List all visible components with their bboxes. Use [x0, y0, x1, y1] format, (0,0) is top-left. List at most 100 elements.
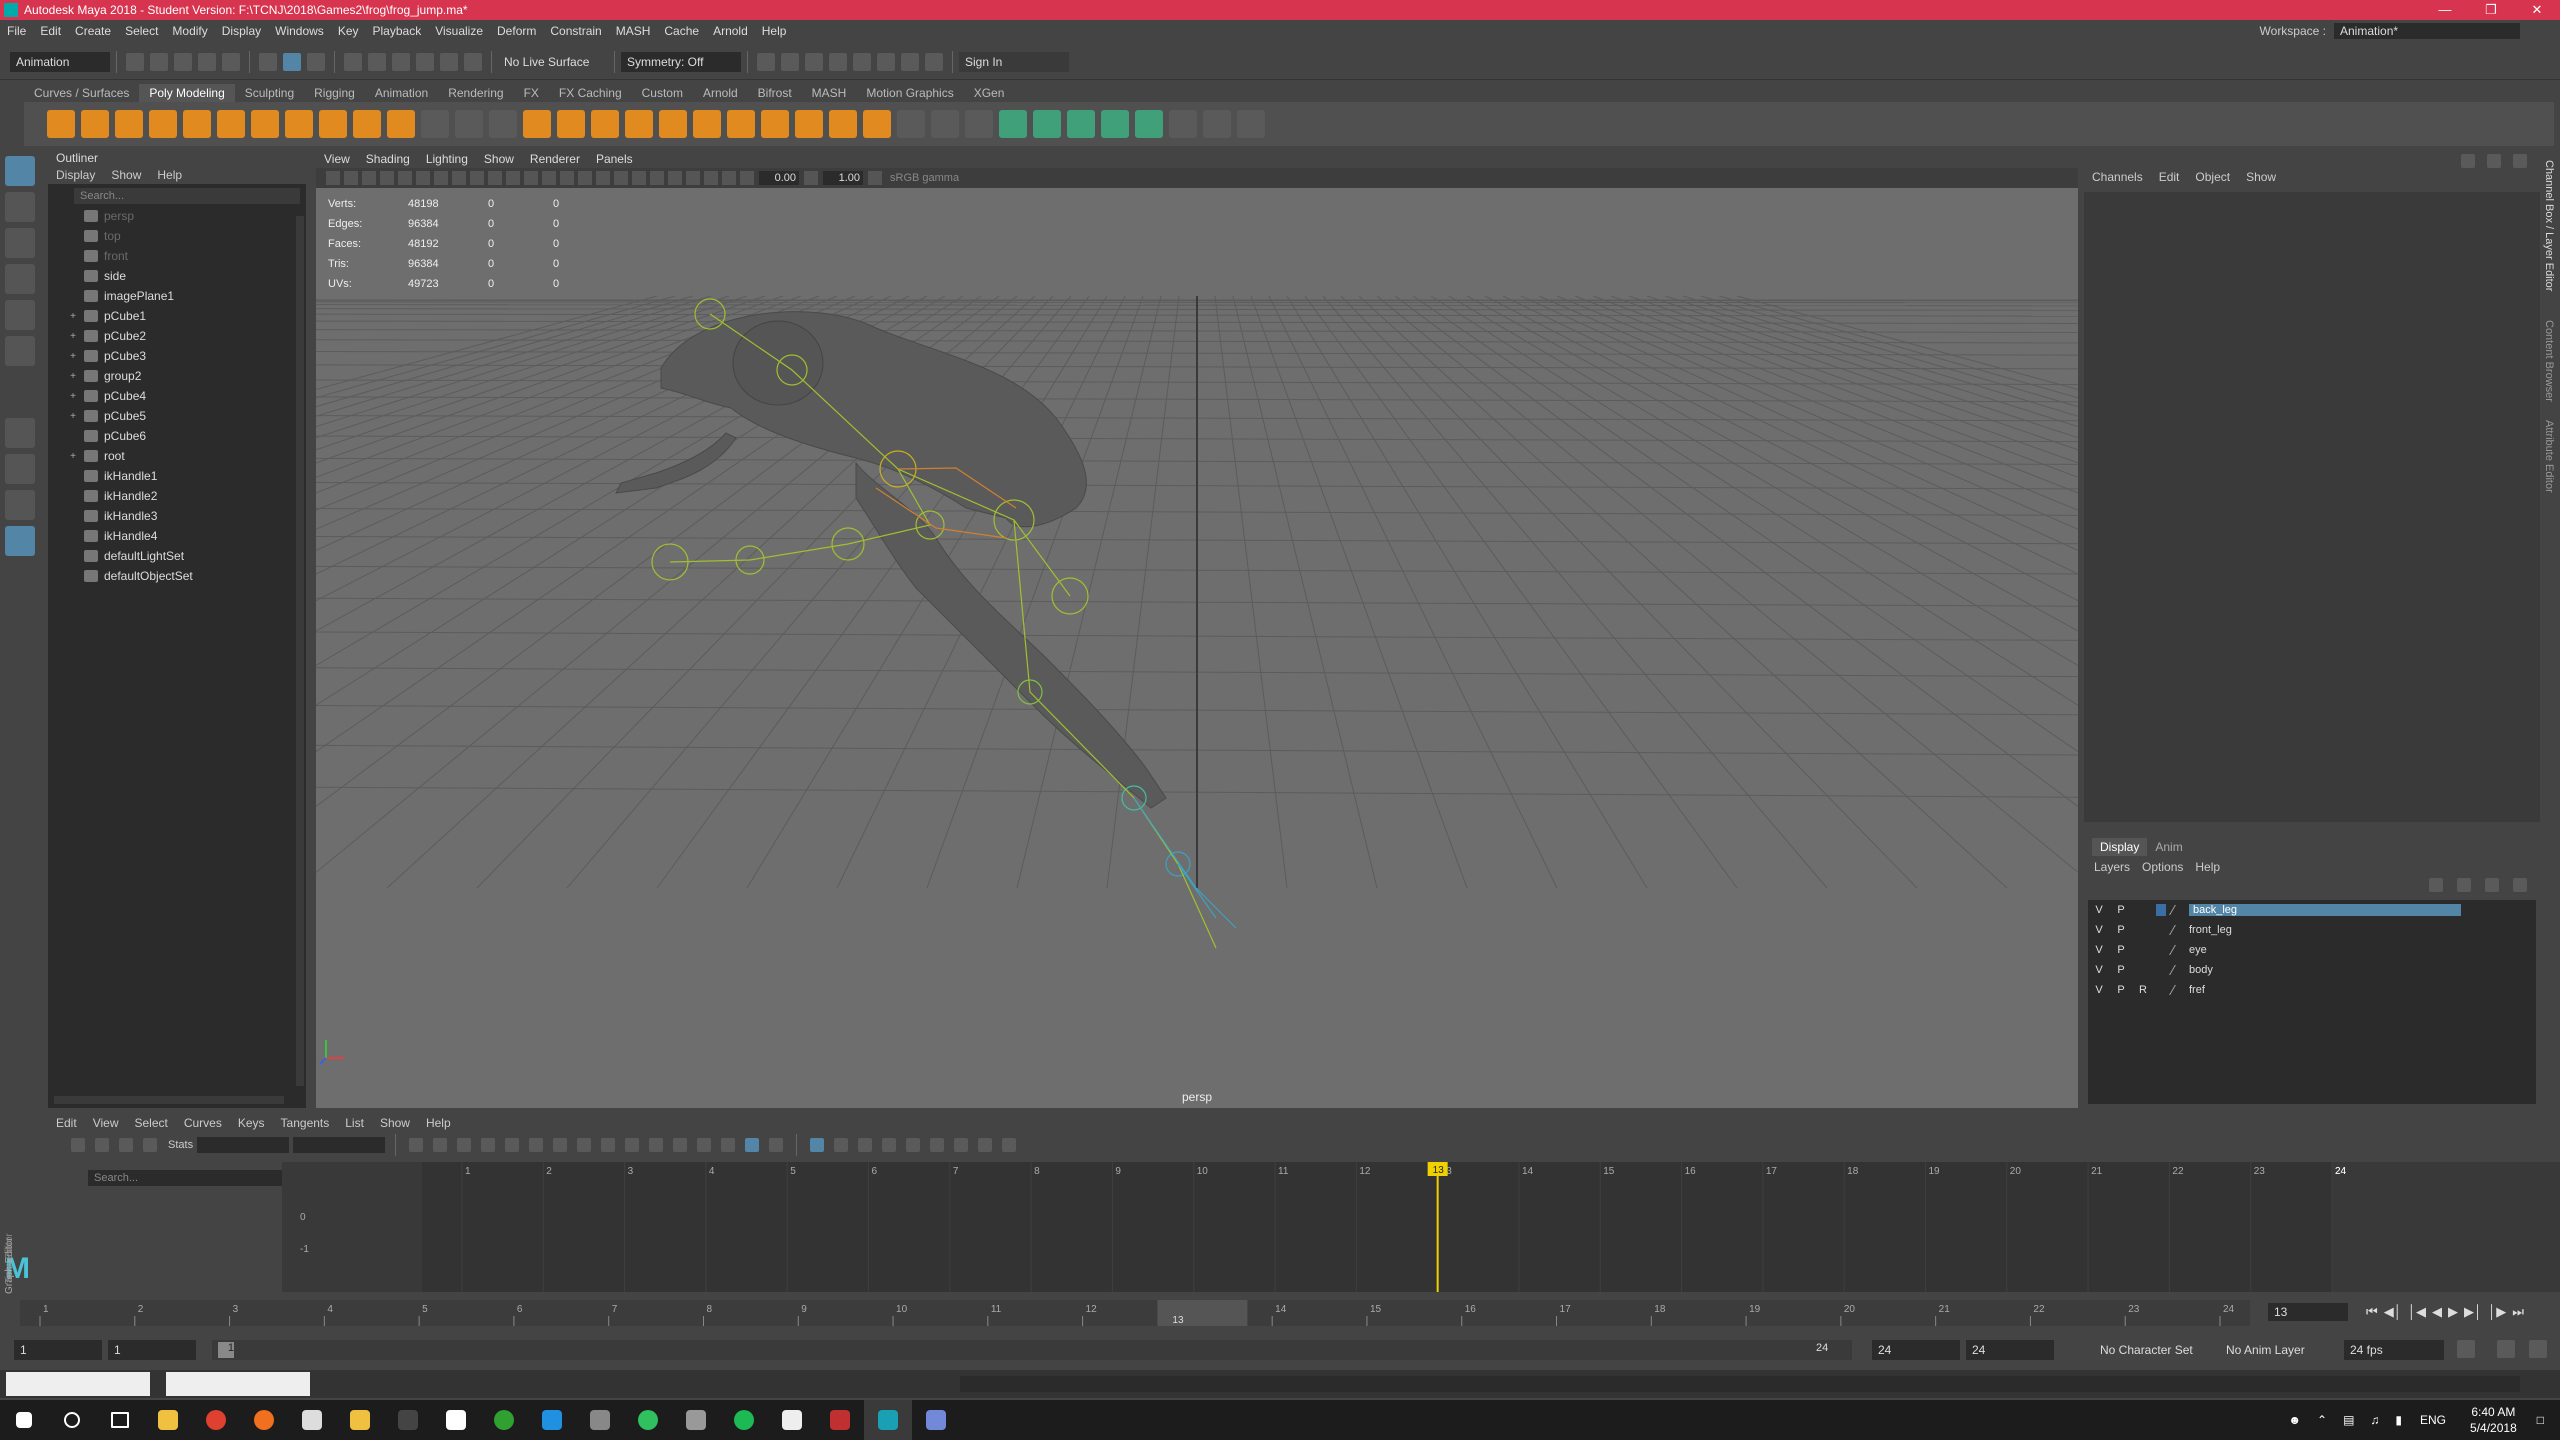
menuset-select[interactable]: Animation — [10, 51, 110, 72]
outliner-item[interactable]: + pCube3 — [48, 346, 306, 366]
menu-display[interactable]: Display — [215, 24, 268, 38]
clock[interactable]: 6:40 AM 5/4/2018 — [2456, 1404, 2531, 1436]
wireframe-on-shaded-icon[interactable] — [560, 171, 574, 185]
layer-toggle-p[interactable]: P — [2110, 964, 2132, 976]
denormalize-icon[interactable] — [882, 1138, 897, 1152]
outliner-item[interactable]: + root — [48, 446, 306, 466]
expand-toggle-icon[interactable]: + — [66, 391, 80, 402]
graph-menu-show[interactable]: Show — [372, 1114, 418, 1132]
target-weld-icon[interactable] — [931, 110, 959, 138]
step-back-key-button[interactable]: ◀│ — [2384, 1304, 2402, 1320]
graph-curve-area[interactable]: 1234567891011121314151617181920212223240… — [282, 1162, 2560, 1292]
outliner-menu-display[interactable]: Display — [48, 166, 103, 184]
graph-region-icon[interactable] — [143, 1138, 157, 1152]
character-set-select[interactable]: No Character Set — [2094, 1340, 2204, 1360]
menu-key[interactable]: Key — [331, 24, 366, 38]
time-slider-playhead[interactable] — [1157, 1300, 1248, 1326]
battery-icon[interactable]: ▮ — [2395, 1413, 2402, 1427]
motion-blur-icon[interactable] — [650, 171, 664, 185]
poly-cube-icon[interactable] — [81, 110, 109, 138]
render-settings-icon[interactable] — [829, 52, 847, 71]
outliner-item[interactable]: imagePlane1 — [48, 286, 306, 306]
outliner-item[interactable]: + pCube4 — [48, 386, 306, 406]
playback-speed-icon[interactable] — [2497, 1340, 2515, 1358]
outliner-item[interactable]: + pCube5 — [48, 406, 306, 426]
layer-color-swatch[interactable] — [2156, 904, 2166, 916]
viewport-menu-shading[interactable]: Shading — [358, 150, 418, 168]
snap-surface-icon[interactable] — [440, 52, 458, 71]
break-tangent-icon[interactable] — [649, 1138, 664, 1152]
range-slider[interactable]: 1 24 — [212, 1340, 1852, 1360]
select-component-icon[interactable] — [307, 52, 325, 71]
graph-stats-field-2[interactable] — [293, 1137, 386, 1153]
render-setup-icon[interactable] — [877, 52, 895, 71]
shelf-tab-poly-modeling[interactable]: Poly Modeling — [139, 84, 235, 102]
poly-disc-icon[interactable] — [251, 110, 279, 138]
command-line-input[interactable] — [960, 1376, 2520, 1392]
maximize-button[interactable]: ❐ — [2468, 2, 2514, 18]
shelf-tab-fx-caching[interactable]: FX Caching — [549, 84, 632, 102]
grid-toggle-icon[interactable] — [398, 171, 412, 185]
graph-menu-select[interactable]: Select — [126, 1114, 175, 1132]
app-icon-paint[interactable] — [432, 1400, 480, 1440]
playback-end-field[interactable]: 24 — [1872, 1340, 1960, 1360]
shelf-tab-arnold[interactable]: Arnold — [693, 84, 748, 102]
layer-tab-anim[interactable]: Anim — [2147, 838, 2190, 856]
app-icon-red[interactable] — [816, 1400, 864, 1440]
app-icon-ninja[interactable] — [384, 1400, 432, 1440]
graph-lattice-icon[interactable] — [119, 1138, 133, 1152]
shelf-tab-animation[interactable]: Animation — [365, 84, 438, 102]
exposure-field[interactable]: 0.00 — [759, 171, 799, 185]
shelf-tab-motion-graphics[interactable]: Motion Graphics — [856, 84, 963, 102]
attribute-editor-toggle-icon[interactable] — [2487, 154, 2501, 168]
outliner-item[interactable]: persp — [48, 206, 306, 226]
outliner-item[interactable]: defaultObjectSet — [48, 566, 306, 586]
flat-tangent-icon[interactable] — [577, 1138, 592, 1152]
shelf-tab-xgen[interactable]: XGen — [964, 84, 1015, 102]
ipr-render-icon[interactable] — [805, 52, 823, 71]
field-chart-icon[interactable] — [470, 171, 484, 185]
channels-show-menu[interactable]: Show — [2238, 170, 2284, 184]
viewport-menu-show[interactable]: Show — [476, 150, 522, 168]
outliner-item[interactable]: top — [48, 226, 306, 246]
chrome-icon[interactable] — [192, 1400, 240, 1440]
menu-deform[interactable]: Deform — [490, 24, 543, 38]
undo-icon[interactable] — [198, 52, 216, 71]
swap-buffer-icon[interactable] — [834, 1138, 849, 1152]
tool-settings-toggle-icon[interactable] — [2513, 154, 2527, 168]
plateau-tangent-icon[interactable] — [625, 1138, 640, 1152]
step-forward-frame-button[interactable]: ▶│ — [2464, 1304, 2482, 1320]
spotify-icon[interactable] — [720, 1400, 768, 1440]
close-button[interactable]: ✕ — [2514, 2, 2560, 18]
layer-toggle-v[interactable]: V — [2088, 944, 2110, 956]
camera-attr-icon[interactable] — [344, 171, 358, 185]
people-icon[interactable]: ☻ — [2288, 1413, 2301, 1427]
combine-icon[interactable] — [421, 110, 449, 138]
viewport-panel[interactable]: View Shading Lighting Show Renderer Pane… — [316, 150, 2078, 1108]
antialias-icon[interactable] — [668, 171, 682, 185]
xray-joints-icon[interactable] — [722, 171, 736, 185]
graph-menu-help[interactable]: Help — [418, 1114, 459, 1132]
trax-editor-icon[interactable] — [978, 1138, 993, 1152]
shelf-tab-custom[interactable]: Custom — [632, 84, 693, 102]
poly-cone-icon[interactable] — [149, 110, 177, 138]
hypershade-icon[interactable] — [853, 52, 871, 71]
step-forward-key-button[interactable]: │▶ — [2488, 1304, 2506, 1320]
layer-color-swatch[interactable] — [2156, 944, 2166, 956]
play-forward-button[interactable]: ▶ — [2448, 1304, 2458, 1320]
frame-playback-icon[interactable] — [457, 1138, 472, 1152]
viewport-menu-panels[interactable]: Panels — [588, 150, 641, 168]
notifications-icon[interactable]: □ — [2537, 1413, 2544, 1427]
rotate-tool-icon[interactable] — [5, 300, 35, 330]
search-icon[interactable] — [48, 1400, 96, 1440]
lock-weight-icon[interactable] — [721, 1138, 736, 1152]
image-plane-icon[interactable] — [380, 171, 394, 185]
side-tab-attribute-editor[interactable]: Attribute Editor — [2543, 420, 2555, 493]
viewport-menu-lighting[interactable]: Lighting — [418, 150, 476, 168]
current-frame-field[interactable]: 13 — [2268, 1303, 2348, 1321]
side-tab-channel-box[interactable]: Channel Box / Layer Editor — [2543, 160, 2555, 291]
snap-point-icon[interactable] — [392, 52, 410, 71]
textured-icon[interactable] — [578, 171, 592, 185]
uv-unfold-icon[interactable] — [1203, 110, 1231, 138]
shadows-icon[interactable] — [614, 171, 628, 185]
